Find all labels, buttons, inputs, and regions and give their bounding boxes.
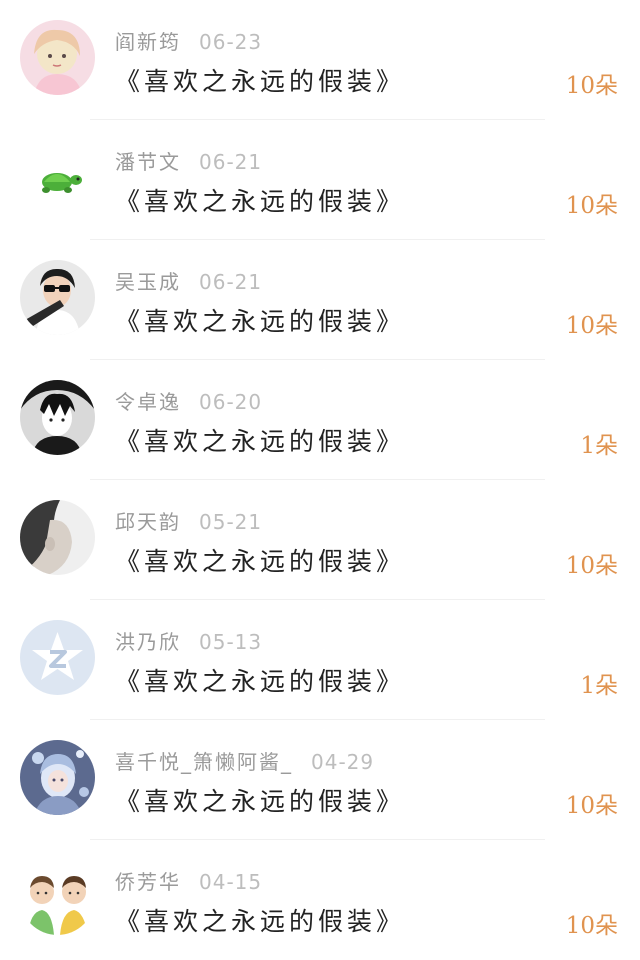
- send-date: 06-23: [199, 30, 263, 54]
- gift-amount: 1朵: [580, 433, 618, 459]
- gift-amount: 10朵: [565, 553, 618, 579]
- sender-meta: 吴玉成 06-21: [115, 266, 262, 295]
- list-item[interactable]: 洪乃欣 05-13 《喜欢之永远的假装》 1朵: [0, 600, 640, 720]
- gift-amount: 10朵: [565, 313, 618, 339]
- list-item[interactable]: 邱天韵 05-21 《喜欢之永远的假装》 10朵: [0, 480, 640, 600]
- list-item[interactable]: 令卓逸 06-20 《喜欢之永远的假装》 1朵: [0, 360, 640, 480]
- send-date: 06-21: [199, 150, 263, 174]
- sender-meta: 邱天韵 05-21: [115, 506, 262, 535]
- sender-name[interactable]: 邱天韵: [115, 510, 181, 534]
- gift-amount: 10朵: [565, 913, 618, 939]
- send-date: 04-15: [199, 870, 263, 894]
- list-item[interactable]: 喜千悦_箫懒阿酱_ 04-29 《喜欢之永远的假装》 10朵: [0, 720, 640, 840]
- book-title[interactable]: 《喜欢之永远的假装》: [115, 302, 405, 338]
- sender-meta: 洪乃欣 05-13: [115, 626, 262, 655]
- list-item[interactable]: 阎新筠 06-23 《喜欢之永远的假装》 10朵: [0, 0, 640, 120]
- gift-amount: 10朵: [565, 793, 618, 819]
- list-item[interactable]: 吴玉成 06-21 《喜欢之永远的假装》 10朵: [0, 240, 640, 360]
- book-title[interactable]: 《喜欢之永远的假装》: [115, 782, 405, 818]
- sunglasses-person-avatar-icon[interactable]: [20, 260, 95, 335]
- cartoon-couple-avatar-icon[interactable]: [20, 860, 95, 935]
- manga-boy-avatar-icon[interactable]: [20, 380, 95, 455]
- gift-amount: 10朵: [565, 193, 618, 219]
- turtle-avatar-icon[interactable]: [20, 140, 95, 215]
- book-title[interactable]: 《喜欢之永远的假装》: [115, 422, 405, 458]
- send-date: 05-21: [199, 510, 263, 534]
- anime-girl-avatar-icon[interactable]: [20, 20, 95, 95]
- book-title[interactable]: 《喜欢之永远的假装》: [115, 182, 405, 218]
- sender-meta: 阎新筠 06-23: [115, 26, 262, 55]
- book-title[interactable]: 《喜欢之永远的假装》: [115, 542, 405, 578]
- sender-meta: 潘节文 06-21: [115, 146, 262, 175]
- sender-name[interactable]: 吴玉成: [115, 270, 181, 294]
- book-title[interactable]: 《喜欢之永远的假装》: [115, 902, 405, 938]
- default-z-avatar-icon[interactable]: [20, 620, 95, 695]
- book-title[interactable]: 《喜欢之永远的假装》: [115, 62, 405, 98]
- send-date: 06-21: [199, 270, 263, 294]
- send-date: 05-13: [199, 630, 263, 654]
- list-item[interactable]: 潘节文 06-21 《喜欢之永远的假装》 10朵: [0, 120, 640, 240]
- sender-name[interactable]: 令卓逸: [115, 390, 181, 414]
- sender-meta: 侨芳华 04-15: [115, 866, 262, 895]
- send-date: 06-20: [199, 390, 263, 414]
- fantasy-girl-avatar-icon[interactable]: [20, 740, 95, 815]
- gift-amount: 10朵: [565, 73, 618, 99]
- sender-meta: 令卓逸 06-20: [115, 386, 262, 415]
- sender-name[interactable]: 侨芳华: [115, 870, 181, 894]
- book-title[interactable]: 《喜欢之永远的假装》: [115, 662, 405, 698]
- sender-name[interactable]: 潘节文: [115, 150, 181, 174]
- sender-name[interactable]: 洪乃欣: [115, 630, 181, 654]
- list-item[interactable]: 侨芳华 04-15 《喜欢之永远的假装》 10朵: [0, 840, 640, 960]
- sender-meta: 喜千悦_箫懒阿酱_ 04-29: [115, 746, 374, 775]
- side-profile-avatar-icon[interactable]: [20, 500, 95, 575]
- send-date: 04-29: [311, 750, 375, 774]
- sender-name[interactable]: 阎新筠: [115, 30, 181, 54]
- gift-record-list: 阎新筠 06-23 《喜欢之永远的假装》 10朵 潘节文 06-21 《喜欢之永远的…: [0, 0, 640, 960]
- gift-amount: 1朵: [580, 673, 618, 699]
- sender-name[interactable]: 喜千悦_箫懒阿酱_: [115, 750, 293, 774]
